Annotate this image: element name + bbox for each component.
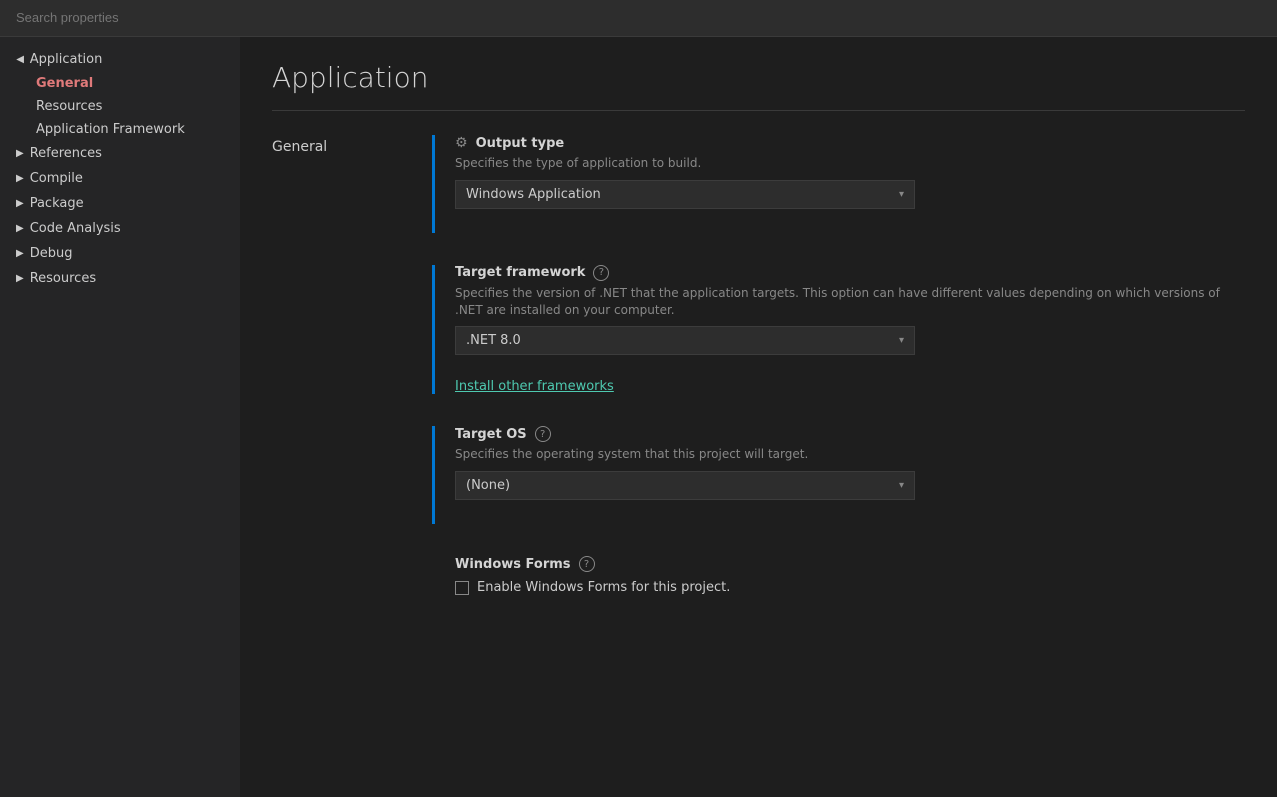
sidebar-group-resources2[interactable]: ▶ Resources [0,266,240,291]
target-os-help-icon[interactable]: ? [535,426,551,442]
sidebar-group-application-label: Application [30,52,103,67]
sidebar-group-package[interactable]: ▶ Package [0,191,240,216]
output-type-title: Output type [476,136,565,151]
output-type-section: ⚙ Output type Specifies the type of appl… [432,135,1245,233]
sidebar-item-application-framework[interactable]: Application Framework [16,118,240,141]
chevron-right-icon: ▶ [16,148,24,159]
target-framework-help-icon[interactable]: ? [593,265,609,281]
windows-forms-checkbox[interactable] [455,581,469,595]
content-body: General ⚙ Output type Specifies the type… [272,135,1245,651]
windows-forms-title: Windows Forms [455,557,571,572]
windows-forms-header: Windows Forms ? [455,556,1245,572]
sidebar-item-general[interactable]: General [16,72,240,95]
page-title: Application [272,61,1245,94]
search-bar [0,0,1277,37]
sidebar-item-resources[interactable]: Resources [16,95,240,118]
target-os-description: Specifies the operating system that this… [455,446,1245,463]
dropdown-arrow-icon3: ▾ [899,480,904,491]
target-os-section: Target OS ? Specifies the operating syst… [432,426,1245,524]
settings-column: ⚙ Output type Specifies the type of appl… [432,135,1245,651]
target-framework-description: Specifies the version of .NET that the a… [455,285,1245,319]
chevron-right-icon: ▶ [16,273,24,284]
target-framework-header: Target framework ? [455,265,1245,281]
sidebar-item-package-label: Package [30,196,84,211]
target-framework-dropdown[interactable]: .NET 8.0 ▾ [455,326,915,355]
target-os-block: Target OS ? Specifies the operating syst… [455,426,1245,500]
section-label: General [272,135,432,651]
sidebar: ▼ Application General Resources Applicat… [0,37,240,797]
sidebar-group-references[interactable]: ▶ References [0,141,240,166]
dropdown-arrow-icon: ▾ [899,189,904,200]
sidebar-item-resources2-label: Resources [30,271,96,286]
chevron-right-icon: ▶ [16,248,24,259]
sidebar-item-application-framework-label: Application Framework [36,122,185,137]
output-type-block: ⚙ Output type Specifies the type of appl… [455,135,1245,209]
content-area: Application General ⚙ Output type Specif… [240,37,1277,797]
target-framework-section: Target framework ? Specifies the version… [432,265,1245,395]
output-type-value: Windows Application [466,187,601,202]
windows-forms-section: Windows Forms ? Enable Windows Forms for… [432,556,1245,619]
windows-forms-help-icon[interactable]: ? [579,556,595,572]
sidebar-group-code-analysis[interactable]: ▶ Code Analysis [0,216,240,241]
windows-forms-checkbox-row: Enable Windows Forms for this project. [455,580,1245,595]
output-type-dropdown[interactable]: Windows Application ▾ [455,180,915,209]
dropdown-arrow-icon2: ▾ [899,335,904,346]
windows-forms-block: Windows Forms ? Enable Windows Forms for… [455,556,1245,595]
search-input[interactable] [16,10,1261,25]
sidebar-group-debug[interactable]: ▶ Debug [0,241,240,266]
sidebar-group-application[interactable]: ▼ Application [0,47,240,72]
chevron-right-icon: ▶ [16,173,24,184]
output-type-description: Specifies the type of application to bui… [455,155,1245,172]
sidebar-item-general-label: General [36,76,93,91]
sidebar-item-compile-label: Compile [30,171,83,186]
main-layout: ▼ Application General Resources Applicat… [0,37,1277,797]
windows-forms-checkbox-label: Enable Windows Forms for this project. [477,580,730,595]
chevron-right-icon: ▶ [16,198,24,209]
target-framework-title: Target framework [455,265,585,280]
sidebar-item-references-label: References [30,146,102,161]
target-os-dropdown[interactable]: (None) ▾ [455,471,915,500]
target-os-value: (None) [466,478,510,493]
section-divider [272,110,1245,111]
target-os-title: Target OS [455,427,527,442]
sidebar-application-children: General Resources Application Framework [0,72,240,141]
install-frameworks-link[interactable]: Install other frameworks [455,379,1245,394]
chevron-down-icon: ▼ [14,56,25,64]
output-type-header: ⚙ Output type [455,135,1245,151]
target-framework-value: .NET 8.0 [466,333,521,348]
sidebar-item-resources-label: Resources [36,99,102,114]
target-os-header: Target OS ? [455,426,1245,442]
sidebar-item-code-analysis-label: Code Analysis [30,221,121,236]
chevron-right-icon: ▶ [16,223,24,234]
target-framework-block: Target framework ? Specifies the version… [455,265,1245,356]
sidebar-item-debug-label: Debug [30,246,73,261]
gear-icon: ⚙ [455,135,468,151]
sidebar-group-compile[interactable]: ▶ Compile [0,166,240,191]
